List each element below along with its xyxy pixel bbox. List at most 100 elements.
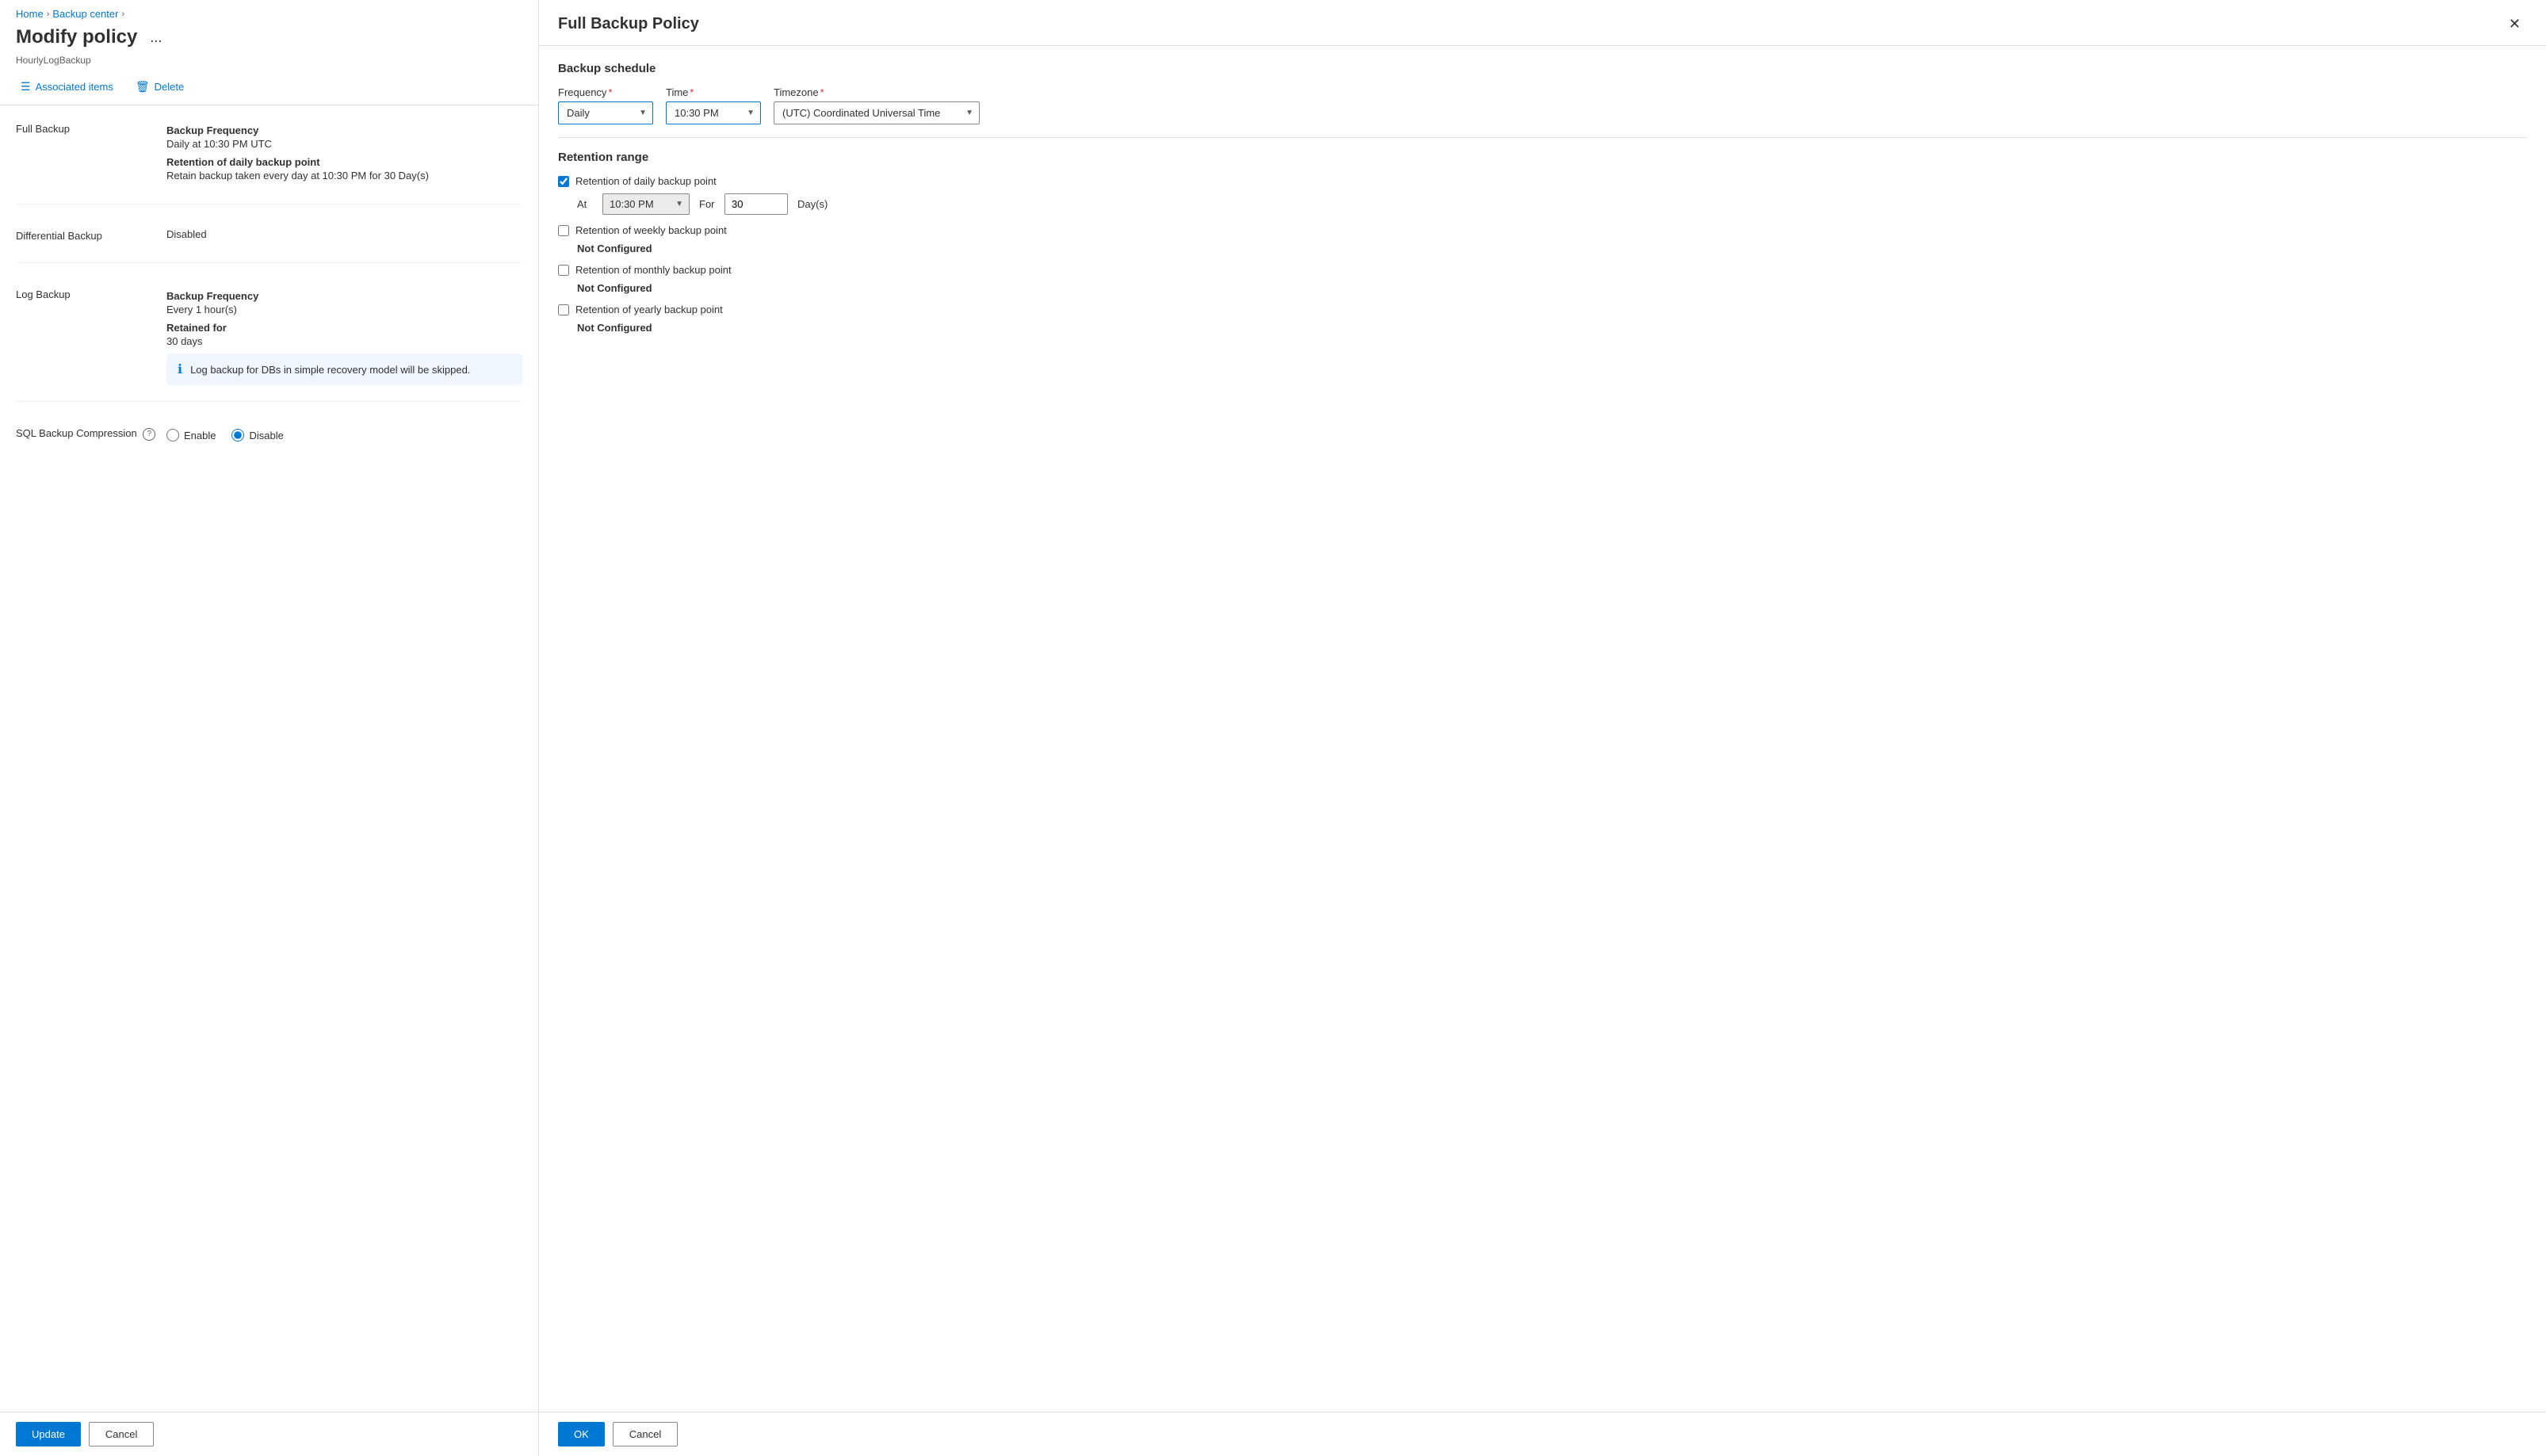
timezone-select[interactable]: (UTC) Coordinated Universal Time (UTC-05… xyxy=(774,101,980,124)
associated-items-label: Associated items xyxy=(36,81,113,93)
yearly-checkbox-row: Retention of yearly backup point xyxy=(558,304,2527,315)
sql-compression-label: SQL Backup Compression ? xyxy=(16,426,159,441)
footer: Update Cancel OK Cancel xyxy=(0,1412,2546,1456)
cancel-button[interactable]: Cancel xyxy=(89,1422,154,1446)
monthly-checkbox-row: Retention of monthly backup point xyxy=(558,264,2527,276)
help-icon[interactable]: ? xyxy=(143,428,155,441)
left-panel: Home › Backup center › Modify policy ...… xyxy=(0,0,539,1412)
log-backup-section: Log Backup Backup Frequency Every 1 hour… xyxy=(16,287,522,402)
timezone-label: Timezone* xyxy=(774,86,980,98)
associated-items-button[interactable]: ☰ Associated items xyxy=(16,77,118,97)
disable-radio-item[interactable]: Disable xyxy=(231,429,283,441)
tz-required-star: * xyxy=(820,86,824,98)
differential-label: Differential Backup xyxy=(16,228,159,246)
content-area: Full Backup Backup Frequency Daily at 10… xyxy=(0,105,538,1412)
yearly-retention-section: Retention of yearly backup point Not Con… xyxy=(558,304,2527,334)
weekly-not-configured: Not Configured xyxy=(577,243,2527,254)
daily-checkbox[interactable] xyxy=(558,176,569,187)
left-footer: Update Cancel xyxy=(0,1412,539,1456)
page-header: Modify policy ... xyxy=(0,23,538,55)
daily-retention-details: At 10:30 PM ▼ For Day(s) xyxy=(577,193,2527,215)
timezone-select-wrapper: (UTC) Coordinated Universal Time (UTC-05… xyxy=(774,101,980,124)
enable-radio-item[interactable]: Enable xyxy=(166,429,216,441)
backup-freq-label: Backup Frequency xyxy=(166,124,522,136)
panel-content: Backup schedule Frequency* Daily Weekly … xyxy=(539,46,2546,1412)
sql-compression-section: SQL Backup Compression ? Enable Disable xyxy=(16,426,522,457)
toolbar: ☰ Associated items 🗑 Delete xyxy=(0,72,538,105)
retention-daily-value: Retain backup taken every day at 10:30 P… xyxy=(166,170,522,182)
radio-group: Enable Disable xyxy=(166,429,522,441)
breadcrumb-sep1: › xyxy=(47,10,50,19)
monthly-checkbox[interactable] xyxy=(558,265,569,276)
at-select-wrapper: 10:30 PM ▼ xyxy=(602,193,690,215)
time-group: Time* 10:30 PM 11:00 PM ▼ xyxy=(666,86,761,124)
right-panel: Full Backup Policy ✕ Backup schedule Fre… xyxy=(539,0,2546,1412)
breadcrumb-sep2: › xyxy=(121,10,124,19)
right-footer: OK Cancel xyxy=(539,1412,2546,1456)
yearly-checkbox[interactable] xyxy=(558,304,569,315)
enable-label: Enable xyxy=(184,430,216,441)
differential-value: Disabled xyxy=(166,228,522,240)
schedule-title: Backup schedule xyxy=(558,62,2527,75)
enable-radio[interactable] xyxy=(166,429,179,441)
retention-range-title: Retention range xyxy=(558,151,2527,164)
info-box: ℹ Log backup for DBs in simple recovery … xyxy=(166,353,522,385)
page-title: Modify policy xyxy=(16,26,137,48)
delete-icon: 🗑 xyxy=(136,80,150,94)
schedule-form-row: Frequency* Daily Weekly ▼ Time* xyxy=(558,86,2527,124)
cancel-right-button[interactable]: Cancel xyxy=(613,1422,678,1446)
divider1 xyxy=(558,137,2527,138)
disable-radio[interactable] xyxy=(231,429,244,441)
for-input[interactable] xyxy=(724,193,788,215)
log-retained-label: Retained for xyxy=(166,322,522,334)
time-select[interactable]: 10:30 PM 11:00 PM xyxy=(666,101,761,124)
breadcrumb-home[interactable]: Home xyxy=(16,8,44,20)
log-freq-label: Backup Frequency xyxy=(166,290,522,302)
info-icon: ℹ xyxy=(178,361,182,377)
ok-button[interactable]: OK xyxy=(558,1422,605,1446)
monthly-not-configured: Not Configured xyxy=(577,282,2527,294)
full-backup-section: Full Backup Backup Frequency Daily at 10… xyxy=(16,121,522,204)
backup-freq-value: Daily at 10:30 PM UTC xyxy=(166,138,522,150)
differential-content: Disabled xyxy=(166,228,522,246)
daily-retention-label: Retention of daily backup point xyxy=(575,175,717,187)
log-backup-label: Log Backup xyxy=(16,287,159,385)
frequency-label: Frequency* xyxy=(558,86,653,98)
monthly-retention-section: Retention of monthly backup point Not Co… xyxy=(558,264,2527,294)
frequency-select[interactable]: Daily Weekly xyxy=(558,101,653,124)
frequency-group: Frequency* Daily Weekly ▼ xyxy=(558,86,653,124)
full-backup-content: Backup Frequency Daily at 10:30 PM UTC R… xyxy=(166,121,522,188)
daily-at-row: At 10:30 PM ▼ For Day(s) xyxy=(577,193,2527,215)
breadcrumb: Home › Backup center › xyxy=(0,0,538,23)
full-backup-label: Full Backup xyxy=(16,121,159,188)
panel-header: Full Backup Policy ✕ xyxy=(539,0,2546,46)
at-time-select[interactable]: 10:30 PM xyxy=(602,193,690,215)
frequency-select-wrapper: Daily Weekly ▼ xyxy=(558,101,653,124)
breadcrumb-backup-center[interactable]: Backup center xyxy=(52,8,118,20)
info-text: Log backup for DBs in simple recovery mo… xyxy=(190,364,470,376)
weekly-retention-section: Retention of weekly backup point Not Con… xyxy=(558,224,2527,254)
days-label: Day(s) xyxy=(797,198,828,210)
page-subtitle: HourlyLogBackup xyxy=(0,55,538,72)
time-label: Time* xyxy=(666,86,761,98)
timezone-group: Timezone* (UTC) Coordinated Universal Ti… xyxy=(774,86,980,124)
delete-button[interactable]: 🗑 Delete xyxy=(131,77,189,97)
retention-daily-label: Retention of daily backup point xyxy=(166,156,522,168)
weekly-checkbox[interactable] xyxy=(558,225,569,236)
more-button[interactable]: ... xyxy=(145,28,166,48)
time-required-star: * xyxy=(690,86,694,98)
sql-compression-content: Enable Disable xyxy=(166,426,522,441)
close-button[interactable]: ✕ xyxy=(2502,13,2527,36)
time-select-wrapper: 10:30 PM 11:00 PM ▼ xyxy=(666,101,761,124)
daily-retention-section: Retention of daily backup point At 10:30… xyxy=(558,175,2527,215)
monthly-retention-label: Retention of monthly backup point xyxy=(575,264,732,276)
panel-title: Full Backup Policy xyxy=(558,15,699,33)
weekly-retention-label: Retention of weekly backup point xyxy=(575,224,727,236)
weekly-checkbox-row: Retention of weekly backup point xyxy=(558,224,2527,236)
update-button[interactable]: Update xyxy=(16,1422,81,1446)
log-retained-value: 30 days xyxy=(166,335,522,347)
daily-checkbox-row: Retention of daily backup point xyxy=(558,175,2527,187)
log-backup-content: Backup Frequency Every 1 hour(s) Retaine… xyxy=(166,287,522,385)
yearly-not-configured: Not Configured xyxy=(577,322,2527,334)
freq-required-star: * xyxy=(608,86,612,98)
